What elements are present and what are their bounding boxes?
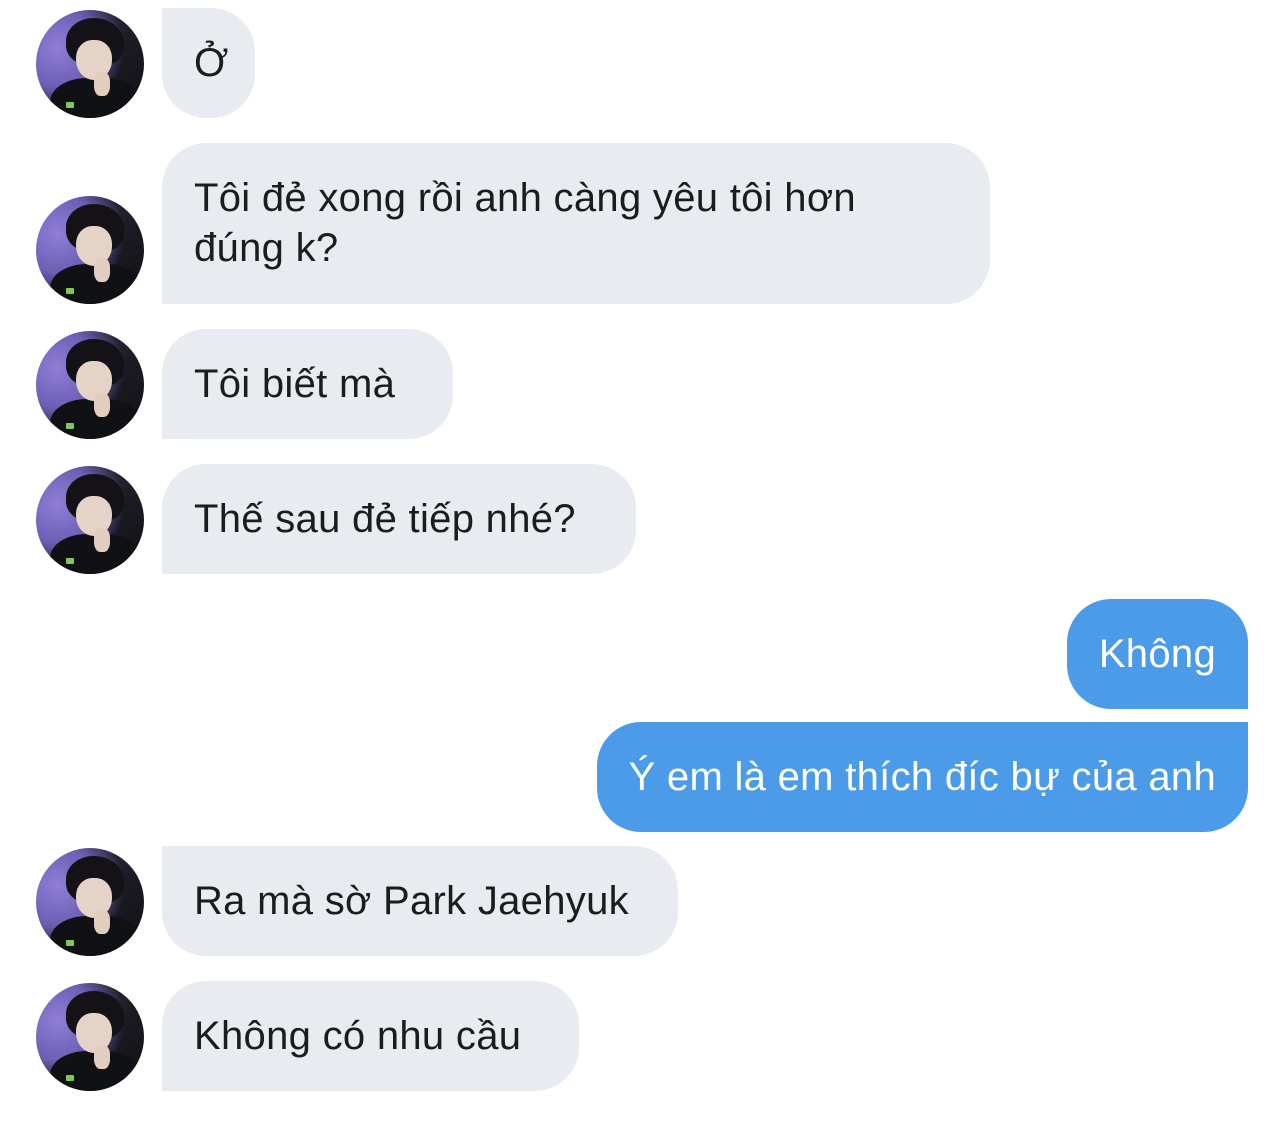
incoming-message-bubble[interactable]: Tôi đẻ xong rồi anh càng yêu tôi hơn đún… <box>162 143 990 304</box>
outgoing-message-bubble[interactable]: Không <box>1066 599 1248 709</box>
message-thread: Ở Tôi đẻ xong rồi anh càng yêu tôi hơn đ… <box>0 0 1284 1137</box>
incoming-message-bubble[interactable]: Ra mà sờ Park Jaehyuk <box>162 846 678 956</box>
outgoing-message-bubble[interactable]: Ý em là em thích đíc bự của anh <box>596 722 1248 832</box>
incoming-message-bubble[interactable]: Tôi biết mà <box>162 329 453 439</box>
contact-avatar[interactable] <box>36 10 144 118</box>
contact-avatar[interactable] <box>36 848 144 956</box>
incoming-message-bubble[interactable]: Thế sau đẻ tiếp nhé? <box>162 464 636 574</box>
contact-avatar[interactable] <box>36 983 144 1091</box>
contact-avatar[interactable] <box>36 196 144 304</box>
incoming-message-bubble[interactable]: Không có nhu cầu <box>162 981 579 1091</box>
contact-avatar[interactable] <box>36 331 144 439</box>
incoming-message-bubble[interactable]: Ở <box>162 8 255 118</box>
contact-avatar[interactable] <box>36 466 144 574</box>
